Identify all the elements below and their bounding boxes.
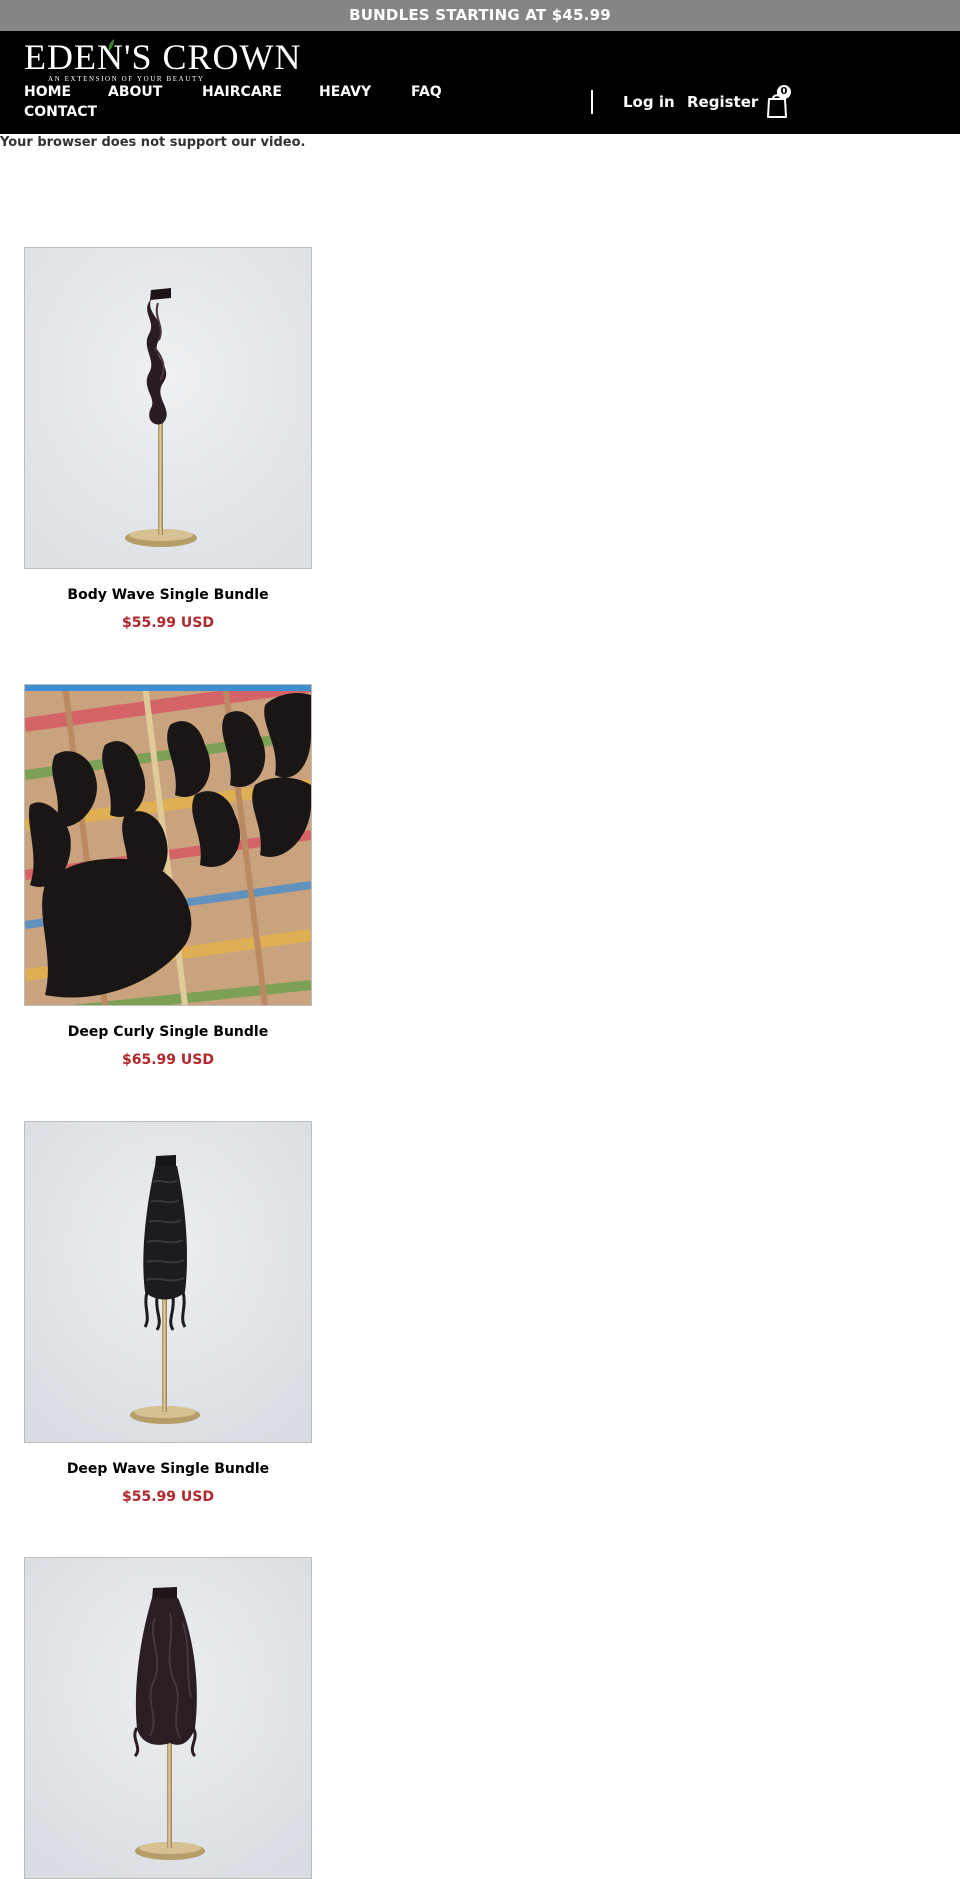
cart-button[interactable]: 0 xyxy=(764,85,794,119)
nav-item-faq[interactable]: FAQ xyxy=(411,83,442,101)
nav-item-contact[interactable]: CONTACT xyxy=(24,103,97,121)
brand-name: EDEN'S CROWN xyxy=(24,37,302,77)
product-price: $55.99 USD xyxy=(122,615,214,631)
announcement-text: BUNDLES STARTING AT $45.99 xyxy=(349,6,611,24)
video-fallback-text: Your browser does not support our video. xyxy=(0,135,306,150)
product-title[interactable]: Deep Curly Single Bundle xyxy=(24,1023,312,1041)
leaf-icon xyxy=(108,39,114,51)
brand-tagline: AN EXTENSION OF YOUR BEAUTY xyxy=(48,75,205,83)
nav-item-heavy[interactable]: HEAVY xyxy=(319,83,371,101)
product-title[interactable]: Deep Wave Single Bundle xyxy=(24,1460,312,1478)
product-card xyxy=(24,1557,312,1879)
product-image[interactable] xyxy=(24,1557,312,1879)
product-image[interactable] xyxy=(24,247,312,569)
nav-item-about[interactable]: ABOUT xyxy=(108,83,162,101)
announcement-bar: BUNDLES STARTING AT $45.99 xyxy=(0,0,960,31)
product-image[interactable] xyxy=(24,1121,312,1443)
register-link[interactable]: Register xyxy=(687,93,758,111)
product-card: Deep Curly Single Bundle $65.99 USD xyxy=(24,684,312,1068)
product-title[interactable]: Body Wave Single Bundle xyxy=(24,586,312,604)
product-price: $55.99 USD xyxy=(122,1489,214,1505)
header-divider xyxy=(591,90,593,114)
nav-item-home[interactable]: HOME xyxy=(24,83,71,101)
product-card: Deep Wave Single Bundle $55.99 USD xyxy=(24,1121,312,1505)
login-link[interactable]: Log in xyxy=(623,93,675,111)
brand-logo[interactable]: EDEN'S CROWN AN EXTENSION OF YOUR BEAUTY xyxy=(24,39,300,83)
product-image[interactable] xyxy=(24,684,312,1006)
cart-count-badge: 0 xyxy=(777,85,791,99)
product-card: Body Wave Single Bundle $55.99 USD xyxy=(24,247,312,631)
product-price: $65.99 USD xyxy=(122,1052,214,1068)
site-header: EDEN'S CROWN AN EXTENSION OF YOUR BEAUTY… xyxy=(0,31,960,134)
nav-item-haircare[interactable]: HAIRCARE xyxy=(202,83,282,101)
